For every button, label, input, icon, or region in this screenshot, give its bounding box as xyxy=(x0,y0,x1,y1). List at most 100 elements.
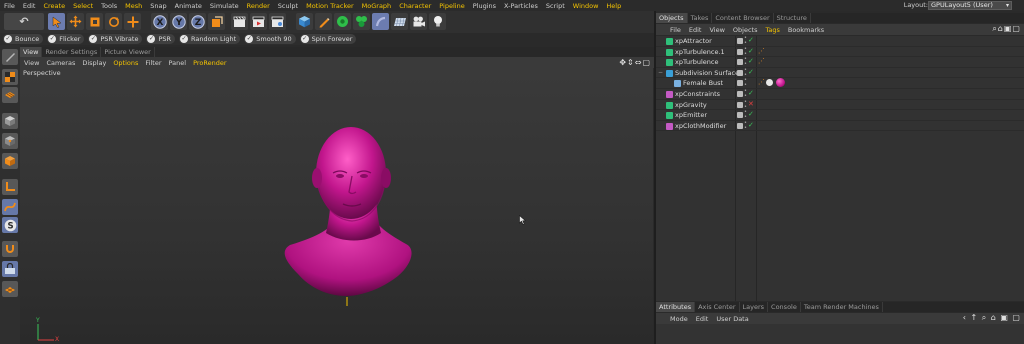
object-row[interactable]: xpConstraints • • ✓ xyxy=(656,89,1024,100)
enable-toggle[interactable]: ✕ xyxy=(748,100,754,108)
axis-mode-button[interactable] xyxy=(2,179,18,195)
tab-render-settings[interactable]: Render Settings xyxy=(42,47,102,57)
material-ball-icon[interactable] xyxy=(776,78,785,88)
points-mode-button[interactable] xyxy=(2,133,18,149)
editor-render-dots[interactable]: • • xyxy=(744,99,747,110)
undo-button[interactable]: ↶ xyxy=(4,13,44,30)
menu-character[interactable]: Character xyxy=(399,2,431,10)
snap-toggle-button[interactable] xyxy=(2,241,18,257)
planar-workplane-button[interactable] xyxy=(2,281,18,297)
render-view-button[interactable] xyxy=(231,13,248,30)
menu-pipeline[interactable]: Pipeline xyxy=(439,2,464,10)
transform-tool-button[interactable] xyxy=(124,13,141,30)
tag-icon[interactable]: ⋰ xyxy=(758,47,765,55)
rotate-tool-button[interactable] xyxy=(105,13,122,30)
menu-select[interactable]: Select xyxy=(73,2,93,10)
viewport-menu-panel[interactable]: Panel xyxy=(169,59,187,67)
tab-attributes[interactable]: Attributes xyxy=(656,302,696,312)
tag-icon[interactable]: ⋰ xyxy=(758,57,765,65)
viewport-menu-options[interactable]: Options xyxy=(113,59,138,67)
menu-sculpt[interactable]: Sculpt xyxy=(278,2,298,10)
perspective-viewport[interactable]: Perspective Y X xyxy=(20,68,653,344)
add-mograph-button[interactable] xyxy=(353,13,370,30)
z-axis-toggle[interactable]: Z xyxy=(189,13,206,30)
menu-render[interactable]: Render xyxy=(247,2,270,10)
object-row[interactable]: − Subdivision Surface • • ✓ xyxy=(656,67,1024,79)
preset-button-psr-vibrate[interactable]: ✓ PSR Vibrate xyxy=(88,34,143,44)
menu-snap[interactable]: Snap xyxy=(150,2,166,10)
object-row[interactable]: xpTurbulence • • ✓ ⋰ xyxy=(656,57,1024,68)
attributes-panel-tools[interactable]: ‹ ↑ ⌕ ⌂ ▣ ▢ xyxy=(963,313,1021,323)
editor-render-dots[interactable]: • • xyxy=(744,110,747,120)
attributes-menu-mode[interactable]: Mode xyxy=(670,315,688,323)
editor-render-dots[interactable]: • • xyxy=(744,89,747,99)
preset-button-smooth-90[interactable]: ✓ Smooth 90 xyxy=(244,34,296,44)
scale-tool-button[interactable] xyxy=(86,13,103,30)
viewport-menu-filter[interactable]: Filter xyxy=(145,59,161,67)
objects-menu-bookmarks[interactable]: Bookmarks xyxy=(788,26,824,34)
make-editable-button[interactable] xyxy=(2,49,18,65)
visibility-icon[interactable] xyxy=(737,80,743,87)
editor-render-dots[interactable]: • • xyxy=(744,57,747,67)
tag-icon[interactable]: ⋰ xyxy=(758,78,765,86)
objects-menu-view[interactable]: View xyxy=(709,26,724,34)
object-row[interactable]: Female Bust • • ⋰ xyxy=(656,78,1024,89)
tab-content-browser[interactable]: Content Browser xyxy=(712,13,774,23)
add-floor-button[interactable] xyxy=(391,13,408,30)
tab-structure[interactable]: Structure xyxy=(774,13,811,23)
preset-button-bounce[interactable]: ✓ Bounce xyxy=(3,34,44,44)
object-row[interactable]: xpClothModifier • • ✓ xyxy=(656,120,1024,132)
select-tool-button[interactable] xyxy=(48,13,65,30)
y-axis-toggle[interactable]: Y xyxy=(170,13,187,30)
layout-select[interactable]: GPULayout5 (User) ▾ xyxy=(928,1,1012,10)
polygons-mode-button[interactable] xyxy=(2,153,18,169)
menu-plugins[interactable]: Plugins xyxy=(473,2,496,10)
objects-panel-tools[interactable]: ⌕⌂▣▢ xyxy=(992,24,1021,34)
tab-layers[interactable]: Layers xyxy=(740,302,769,312)
menu-tools[interactable]: Tools xyxy=(101,2,117,10)
enable-toggle[interactable]: ✓ xyxy=(748,110,754,118)
menu-file[interactable]: File xyxy=(4,2,15,10)
visibility-icon[interactable] xyxy=(737,122,743,129)
add-light-button[interactable] xyxy=(429,13,446,30)
tab-view[interactable]: View xyxy=(20,47,43,57)
female-bust-model[interactable] xyxy=(20,68,653,344)
editor-render-dots[interactable]: • • xyxy=(744,36,747,46)
menu-create[interactable]: Create xyxy=(43,2,65,10)
viewport-nav-icons[interactable]: ✥⇕⇔▢ xyxy=(619,58,651,67)
viewport-menu-cameras[interactable]: Cameras xyxy=(46,59,75,67)
menu-window[interactable]: Window xyxy=(573,2,599,10)
preset-button-random-light[interactable]: ✓ Random Light xyxy=(179,34,241,44)
enable-toggle[interactable]: ✓ xyxy=(748,47,754,55)
objects-menu-tags[interactable]: Tags xyxy=(765,26,779,34)
objects-menu-file[interactable]: File xyxy=(670,26,681,34)
workplane-mode-button[interactable] xyxy=(2,87,18,103)
render-settings-button[interactable] xyxy=(269,13,286,30)
menu-script[interactable]: Script xyxy=(546,2,565,10)
viewport-menu-view[interactable]: View xyxy=(24,59,39,67)
texture-mode-button[interactable] xyxy=(2,69,18,85)
tab-objects[interactable]: Objects xyxy=(656,13,688,23)
tab-console[interactable]: Console xyxy=(768,302,801,312)
attributes-menu-user-data[interactable]: User Data xyxy=(716,315,748,323)
visibility-icon[interactable] xyxy=(737,112,743,119)
add-camera-button[interactable] xyxy=(410,13,427,30)
preset-button-psr[interactable]: ✓ PSR xyxy=(146,34,176,44)
viewport-menu-display[interactable]: Display xyxy=(82,59,106,67)
object-row[interactable]: xpGravity • • ✕ xyxy=(656,99,1024,111)
attributes-menu-edit[interactable]: Edit xyxy=(696,315,709,323)
visibility-icon[interactable] xyxy=(737,69,743,76)
solo-mode-button[interactable]: S xyxy=(2,217,18,233)
collapse-icon[interactable]: − xyxy=(658,69,664,76)
tab-takes[interactable]: Takes xyxy=(688,13,713,23)
menu-animate[interactable]: Animate xyxy=(175,2,202,10)
enable-toggle[interactable]: ✓ xyxy=(748,36,754,44)
material-tag-icon[interactable] xyxy=(766,79,773,87)
menu-mograph[interactable]: MoGraph xyxy=(362,2,392,10)
editor-render-dots[interactable]: • • xyxy=(744,46,747,57)
objects-menu-objects[interactable]: Objects xyxy=(733,26,758,34)
visibility-icon[interactable] xyxy=(737,101,743,108)
enable-toggle[interactable]: ✓ xyxy=(748,68,754,76)
add-deformer-button[interactable] xyxy=(372,13,389,30)
enable-toggle[interactable]: ✓ xyxy=(748,57,754,65)
